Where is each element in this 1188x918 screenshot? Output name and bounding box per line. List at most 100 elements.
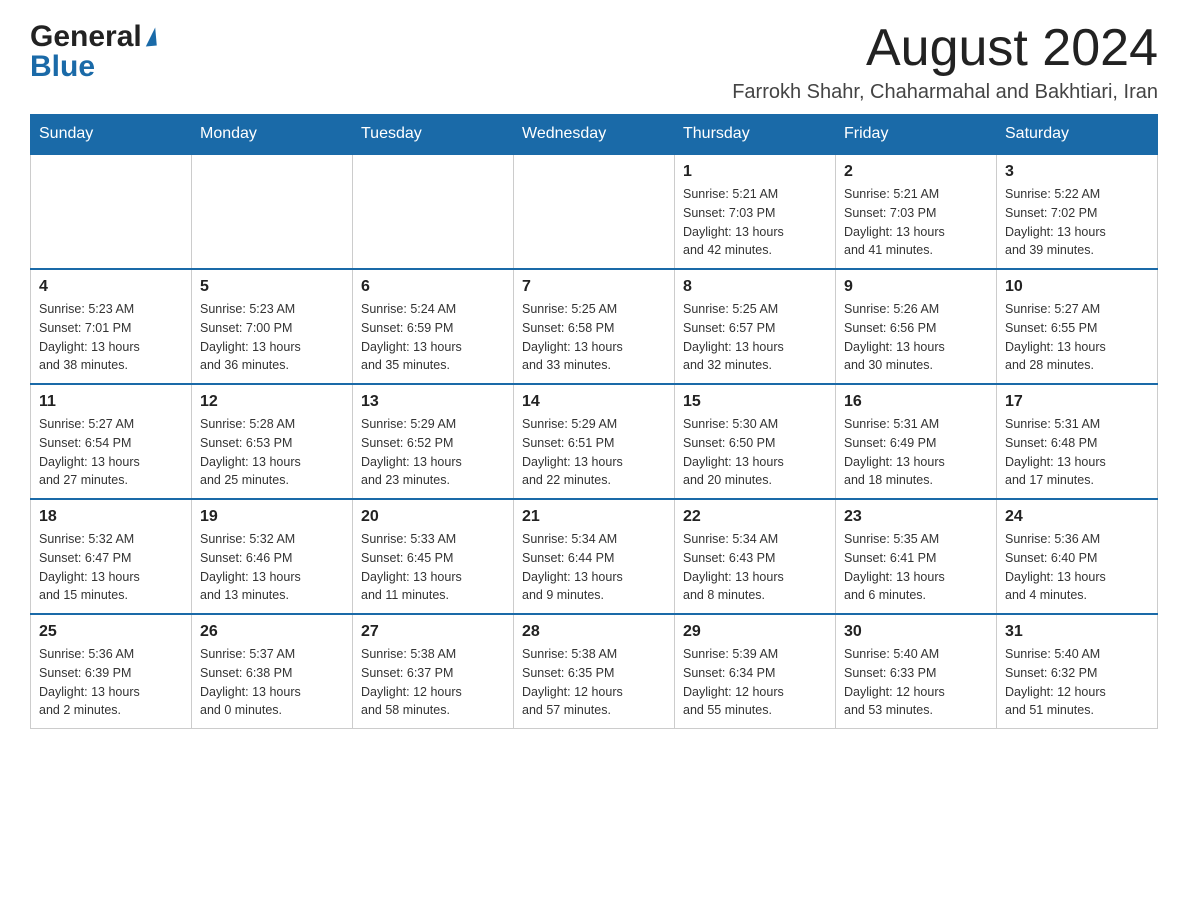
day-number: 8 bbox=[683, 278, 827, 296]
day-info: Sunrise: 5:34 AM Sunset: 6:44 PM Dayligh… bbox=[522, 530, 666, 605]
calendar-cell: 30Sunrise: 5:40 AM Sunset: 6:33 PM Dayli… bbox=[836, 614, 997, 729]
calendar-body: 1 Sunrise: 5:21 AM Sunset: 7:03 PM Daylig… bbox=[31, 154, 1158, 729]
calendar-cell bbox=[31, 154, 192, 269]
day-number: 9 bbox=[844, 278, 988, 296]
day-info: Sunrise: 5:25 AM Sunset: 6:58 PM Dayligh… bbox=[522, 300, 666, 375]
day-number: 14 bbox=[522, 393, 666, 411]
day-info: Sunrise: 5:21 AM Sunset: 7:03 PM Dayligh… bbox=[683, 185, 827, 260]
calendar-week-1: 4 Sunrise: 5:23 AM Sunset: 7:01 PM Daylig… bbox=[31, 269, 1158, 384]
header-friday: Friday bbox=[836, 115, 997, 155]
day-info: Sunrise: 5:33 AM Sunset: 6:45 PM Dayligh… bbox=[361, 530, 505, 605]
page-header: General Blue August 2024 Farrokh Shahr, … bbox=[30, 20, 1158, 104]
day-info: Sunrise: 5:24 AM Sunset: 6:59 PM Dayligh… bbox=[361, 300, 505, 375]
title-block: August 2024 Farrokh Shahr, Chaharmahal a… bbox=[732, 20, 1158, 104]
day-info: Sunrise: 5:21 AM Sunset: 7:03 PM Dayligh… bbox=[844, 185, 988, 260]
day-info: Sunrise: 5:31 AM Sunset: 6:49 PM Dayligh… bbox=[844, 415, 988, 490]
header-monday: Monday bbox=[192, 115, 353, 155]
calendar-cell: 15Sunrise: 5:30 AM Sunset: 6:50 PM Dayli… bbox=[675, 384, 836, 499]
calendar-table: SundayMondayTuesdayWednesdayThursdayFrid… bbox=[30, 114, 1158, 729]
calendar-cell: 19 Sunrise: 5:32 AM Sunset: 6:46 PM Dayli… bbox=[192, 499, 353, 614]
day-info: Sunrise: 5:35 AM Sunset: 6:41 PM Dayligh… bbox=[844, 530, 988, 605]
calendar-cell: 14 Sunrise: 5:29 AM Sunset: 6:51 PM Dayli… bbox=[514, 384, 675, 499]
day-info: Sunrise: 5:29 AM Sunset: 6:52 PM Dayligh… bbox=[361, 415, 505, 490]
day-info: Sunrise: 5:32 AM Sunset: 6:46 PM Dayligh… bbox=[200, 530, 344, 605]
day-info: Sunrise: 5:32 AM Sunset: 6:47 PM Dayligh… bbox=[39, 530, 183, 605]
day-info: Sunrise: 5:36 AM Sunset: 6:39 PM Dayligh… bbox=[39, 645, 183, 720]
day-number: 26 bbox=[200, 623, 344, 641]
calendar-cell: 2 Sunrise: 5:21 AM Sunset: 7:03 PM Daylig… bbox=[836, 154, 997, 269]
day-number: 1 bbox=[683, 163, 827, 181]
day-number: 21 bbox=[522, 508, 666, 526]
day-info: Sunrise: 5:28 AM Sunset: 6:53 PM Dayligh… bbox=[200, 415, 344, 490]
calendar-cell: 17Sunrise: 5:31 AM Sunset: 6:48 PM Dayli… bbox=[997, 384, 1158, 499]
day-number: 18 bbox=[39, 508, 183, 526]
day-number: 17 bbox=[1005, 393, 1149, 411]
calendar-cell: 8 Sunrise: 5:25 AM Sunset: 6:57 PM Daylig… bbox=[675, 269, 836, 384]
day-number: 31 bbox=[1005, 623, 1149, 641]
day-number: 5 bbox=[200, 278, 344, 296]
calendar-cell: 28Sunrise: 5:38 AM Sunset: 6:35 PM Dayli… bbox=[514, 614, 675, 729]
day-number: 29 bbox=[683, 623, 827, 641]
day-number: 20 bbox=[361, 508, 505, 526]
day-info: Sunrise: 5:22 AM Sunset: 7:02 PM Dayligh… bbox=[1005, 185, 1149, 260]
day-info: Sunrise: 5:25 AM Sunset: 6:57 PM Dayligh… bbox=[683, 300, 827, 375]
day-number: 24 bbox=[1005, 508, 1149, 526]
calendar-cell: 11Sunrise: 5:27 AM Sunset: 6:54 PM Dayli… bbox=[31, 384, 192, 499]
calendar-cell: 20 Sunrise: 5:33 AM Sunset: 6:45 PM Dayli… bbox=[353, 499, 514, 614]
calendar-week-3: 18 Sunrise: 5:32 AM Sunset: 6:47 PM Dayli… bbox=[31, 499, 1158, 614]
day-info: Sunrise: 5:27 AM Sunset: 6:55 PM Dayligh… bbox=[1005, 300, 1149, 375]
day-number: 22 bbox=[683, 508, 827, 526]
calendar-cell: 1 Sunrise: 5:21 AM Sunset: 7:03 PM Daylig… bbox=[675, 154, 836, 269]
calendar-cell: 4 Sunrise: 5:23 AM Sunset: 7:01 PM Daylig… bbox=[31, 269, 192, 384]
calendar-cell: 18 Sunrise: 5:32 AM Sunset: 6:47 PM Dayli… bbox=[31, 499, 192, 614]
day-info: Sunrise: 5:37 AM Sunset: 6:38 PM Dayligh… bbox=[200, 645, 344, 720]
header-row: SundayMondayTuesdayWednesdayThursdayFrid… bbox=[31, 115, 1158, 155]
calendar-week-4: 25 Sunrise: 5:36 AM Sunset: 6:39 PM Dayli… bbox=[31, 614, 1158, 729]
logo-general: General bbox=[30, 20, 142, 54]
day-number: 12 bbox=[200, 393, 344, 411]
calendar-cell: 26 Sunrise: 5:37 AM Sunset: 6:38 PM Dayli… bbox=[192, 614, 353, 729]
day-number: 15 bbox=[683, 393, 827, 411]
day-info: Sunrise: 5:40 AM Sunset: 6:32 PM Dayligh… bbox=[1005, 645, 1149, 720]
day-number: 10 bbox=[1005, 278, 1149, 296]
day-number: 3 bbox=[1005, 163, 1149, 181]
calendar-cell: 9Sunrise: 5:26 AM Sunset: 6:56 PM Daylig… bbox=[836, 269, 997, 384]
calendar-cell: 25 Sunrise: 5:36 AM Sunset: 6:39 PM Dayli… bbox=[31, 614, 192, 729]
day-number: 23 bbox=[844, 508, 988, 526]
day-info: Sunrise: 5:29 AM Sunset: 6:51 PM Dayligh… bbox=[522, 415, 666, 490]
day-number: 19 bbox=[200, 508, 344, 526]
day-number: 16 bbox=[844, 393, 988, 411]
calendar-cell: 10 Sunrise: 5:27 AM Sunset: 6:55 PM Dayli… bbox=[997, 269, 1158, 384]
calendar-week-2: 11Sunrise: 5:27 AM Sunset: 6:54 PM Dayli… bbox=[31, 384, 1158, 499]
day-number: 28 bbox=[522, 623, 666, 641]
header-tuesday: Tuesday bbox=[353, 115, 514, 155]
day-info: Sunrise: 5:38 AM Sunset: 6:37 PM Dayligh… bbox=[361, 645, 505, 720]
page-subtitle: Farrokh Shahr, Chaharmahal and Bakhtiari… bbox=[732, 81, 1158, 104]
header-saturday: Saturday bbox=[997, 115, 1158, 155]
header-thursday: Thursday bbox=[675, 115, 836, 155]
header-sunday: Sunday bbox=[31, 115, 192, 155]
day-number: 4 bbox=[39, 278, 183, 296]
calendar-cell: 24 Sunrise: 5:36 AM Sunset: 6:40 PM Dayli… bbox=[997, 499, 1158, 614]
calendar-cell bbox=[192, 154, 353, 269]
day-info: Sunrise: 5:27 AM Sunset: 6:54 PM Dayligh… bbox=[39, 415, 183, 490]
calendar-cell: 3 Sunrise: 5:22 AM Sunset: 7:02 PM Daylig… bbox=[997, 154, 1158, 269]
page-title: August 2024 bbox=[732, 20, 1158, 77]
day-info: Sunrise: 5:23 AM Sunset: 7:01 PM Dayligh… bbox=[39, 300, 183, 375]
header-wednesday: Wednesday bbox=[514, 115, 675, 155]
logo: General Blue bbox=[30, 20, 156, 84]
day-info: Sunrise: 5:36 AM Sunset: 6:40 PM Dayligh… bbox=[1005, 530, 1149, 605]
day-number: 27 bbox=[361, 623, 505, 641]
logo-triangle-icon bbox=[144, 28, 157, 47]
day-number: 25 bbox=[39, 623, 183, 641]
day-number: 7 bbox=[522, 278, 666, 296]
calendar-cell: 29Sunrise: 5:39 AM Sunset: 6:34 PM Dayli… bbox=[675, 614, 836, 729]
calendar-cell: 6Sunrise: 5:24 AM Sunset: 6:59 PM Daylig… bbox=[353, 269, 514, 384]
calendar-cell: 7 Sunrise: 5:25 AM Sunset: 6:58 PM Daylig… bbox=[514, 269, 675, 384]
day-info: Sunrise: 5:23 AM Sunset: 7:00 PM Dayligh… bbox=[200, 300, 344, 375]
day-number: 2 bbox=[844, 163, 988, 181]
calendar-week-0: 1 Sunrise: 5:21 AM Sunset: 7:03 PM Daylig… bbox=[31, 154, 1158, 269]
calendar-header: SundayMondayTuesdayWednesdayThursdayFrid… bbox=[31, 115, 1158, 155]
calendar-cell: 27 Sunrise: 5:38 AM Sunset: 6:37 PM Dayli… bbox=[353, 614, 514, 729]
calendar-cell: 16 Sunrise: 5:31 AM Sunset: 6:49 PM Dayli… bbox=[836, 384, 997, 499]
